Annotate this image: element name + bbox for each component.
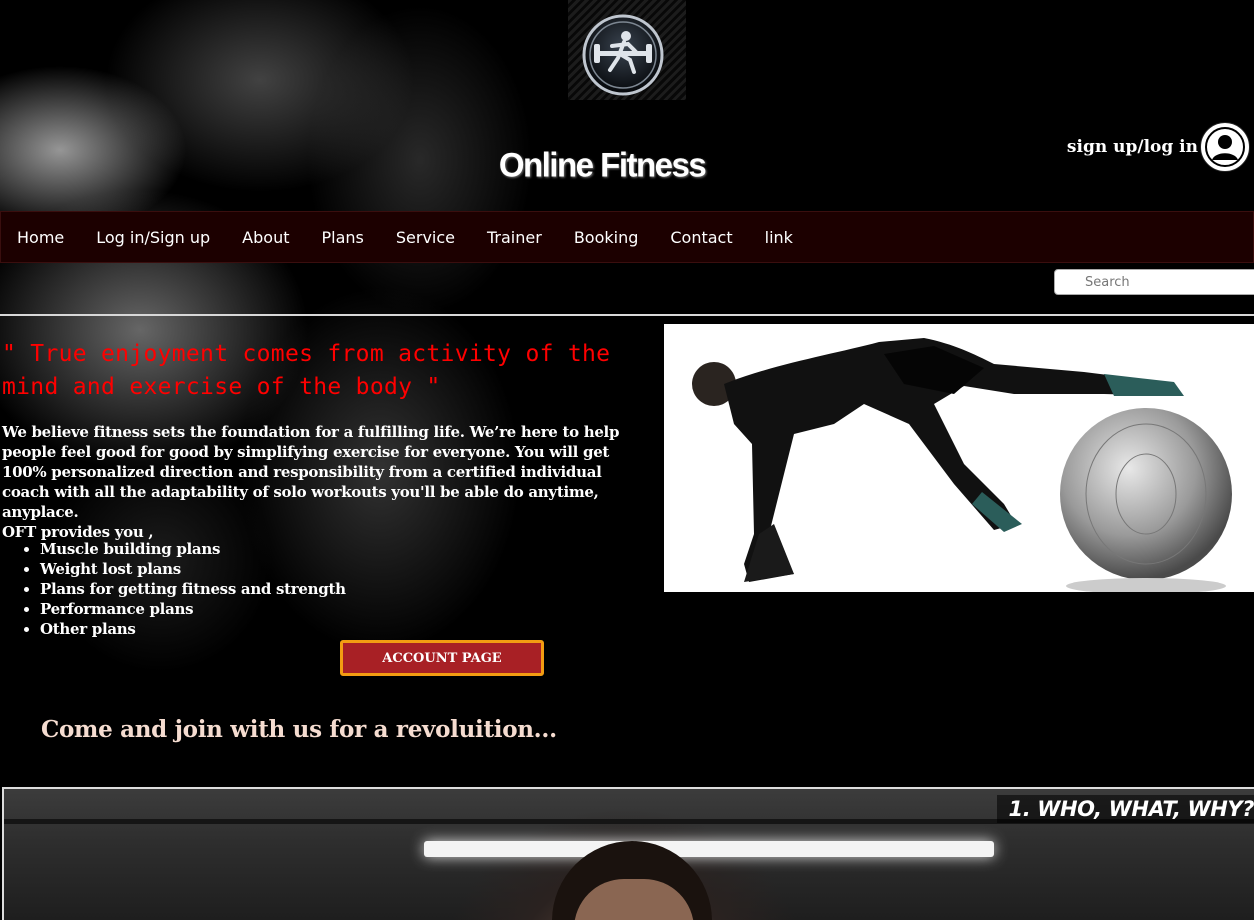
nav-login-signup[interactable]: Log in/Sign up <box>80 228 226 247</box>
list-item: Other plans <box>40 619 346 639</box>
site-logo[interactable] <box>582 14 664 96</box>
hero-quote: " True enjoyment comes from activity of … <box>2 341 611 400</box>
site-title: Online Fitness <box>498 145 707 184</box>
list-item: Plans for getting fitness and strength <box>40 579 346 599</box>
video-light <box>424 841 994 857</box>
tagline: Come and join with us for a revoluition.… <box>41 716 557 743</box>
signup-login-label: sign up/log in <box>1066 137 1198 157</box>
nav-trainer[interactable]: Trainer <box>471 228 558 247</box>
main-nav: Home Log in/Sign up About Plans Service … <box>0 211 1254 263</box>
intro-paragraph: We believe fitness sets the foundation f… <box>2 423 620 521</box>
nav-link[interactable]: link <box>749 228 809 247</box>
divider <box>0 314 1254 316</box>
list-item: Muscle building plans <box>40 539 346 559</box>
nav-contact[interactable]: Contact <box>654 228 748 247</box>
plans-list: Muscle building plans Weight lost plans … <box>22 539 346 639</box>
intro-video[interactable]: 1. WHO, WHAT, WHY? <box>2 787 1254 920</box>
search-input[interactable] <box>1054 269 1254 295</box>
list-item: Weight lost plans <box>40 559 346 579</box>
nav-booking[interactable]: Booking <box>558 228 655 247</box>
account-page-button[interactable]: ACCOUNT PAGE <box>340 640 544 676</box>
nav-plans[interactable]: Plans <box>305 228 379 247</box>
user-avatar-icon[interactable] <box>1200 122 1250 172</box>
video-title: 1. WHO, WHAT, WHY? <box>996 795 1254 823</box>
nav-about[interactable]: About <box>226 228 305 247</box>
intro-text: We believe fitness sets the foundation f… <box>2 422 652 542</box>
nav-service[interactable]: Service <box>380 228 471 247</box>
hero-photo <box>664 324 1254 592</box>
signup-login-link[interactable]: sign up/log in <box>1067 122 1250 172</box>
list-item: Performance plans <box>40 599 346 619</box>
nav-home[interactable]: Home <box>1 228 80 247</box>
